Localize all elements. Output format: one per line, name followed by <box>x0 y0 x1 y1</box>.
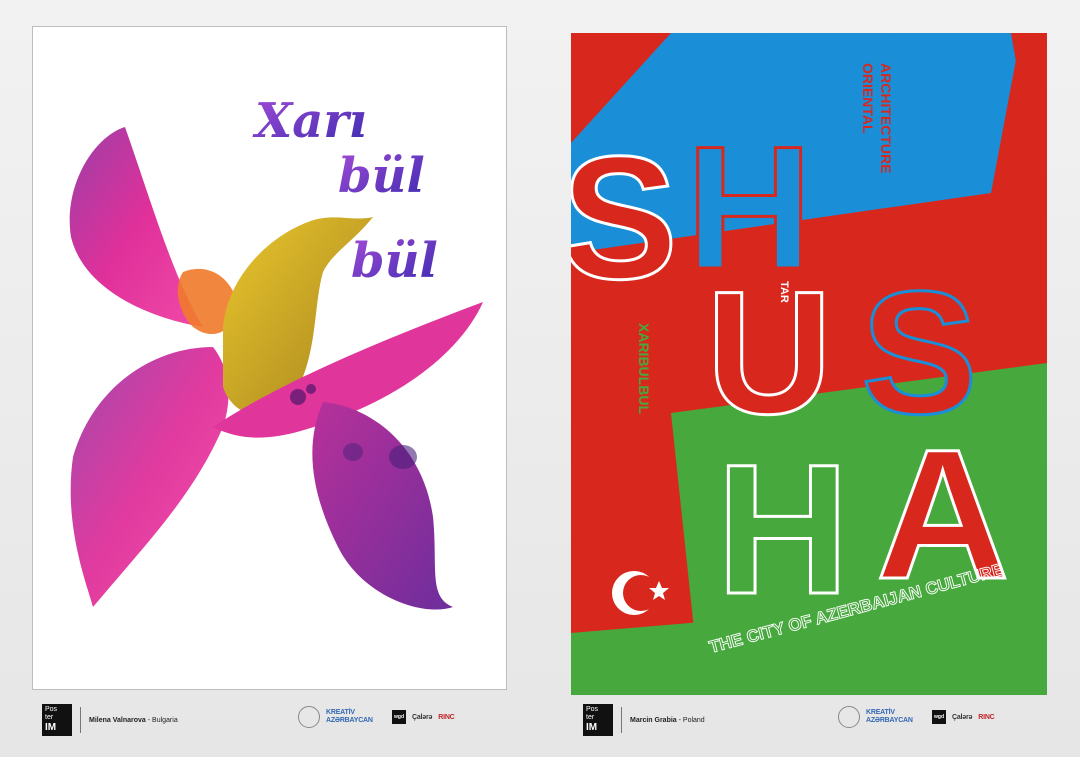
sponsor-wgd: wgd <box>932 710 946 724</box>
shusha-typographic-poster: S S H U S H A ORIENTAL ARCHITECTURE TAR … <box>571 33 1047 695</box>
footer-divider <box>80 707 81 733</box>
poster-xaribulbul[interactable]: Xarı bül bül <box>32 26 507 690</box>
artist-credit: Milena Valnarova - Bulgaria <box>89 716 178 724</box>
lower-right-petal <box>312 402 453 610</box>
xaribulbul-label: XARIBULBUL <box>636 323 652 414</box>
architecture-label: ARCHITECTURE <box>878 63 894 173</box>
exhibition-sheet: Xarı bül bül S S H U S H A ORIENTAL ARCH… <box>0 0 1080 757</box>
footer-divider <box>621 707 622 733</box>
wing-spot <box>290 389 306 405</box>
wing-spot <box>306 384 316 394</box>
artist-credit: Marcin Grabia - Poland <box>630 716 705 724</box>
tar-label: TAR <box>778 281 790 303</box>
lettering-line-1: Xarı <box>252 93 367 149</box>
right-sponsors: KREATİV AZƏRBAYCAN wgd Çalərə RINC <box>838 702 995 732</box>
sponsor-wgd: wgd <box>392 710 406 724</box>
posterim-logo: Pos ter IM <box>583 704 613 736</box>
left-footer: Pos ter IM Milena Valnarova - Bulgaria <box>42 700 178 740</box>
posterim-logo: Pos ter IM <box>42 704 72 736</box>
oriental-label: ORIENTAL <box>860 63 876 134</box>
left-sponsors: KREATİV AZƏRBAYCAN wgd Çalərə RINC <box>298 702 455 732</box>
letter-u: U <box>706 256 832 451</box>
sponsor-calere: Çalərə <box>412 713 433 721</box>
crescent-inner <box>623 575 659 611</box>
lettering-line-2: bül <box>338 148 425 204</box>
poster-shusha[interactable]: S S H U S H A ORIENTAL ARCHITECTURE TAR … <box>571 33 1047 695</box>
sponsor-rinc: RINC <box>438 713 455 721</box>
sponsor-calere: Çalərə <box>952 713 973 721</box>
sponsor-kreativ: KREATİV AZƏRBAYCAN <box>326 709 373 724</box>
emblem-icon <box>298 706 320 728</box>
lower-left-petal <box>70 347 229 607</box>
letter-s-1-outline: S <box>571 121 678 316</box>
letter-h-2: H <box>716 427 850 633</box>
sponsor-rinc: RINC <box>978 713 995 721</box>
lettering-line-3: bül <box>351 233 438 289</box>
emblem-icon <box>838 706 860 728</box>
xaribulbul-flower-illustration: Xarı bül bül <box>69 93 483 610</box>
right-footer: Pos ter IM Marcin Grabia - Poland <box>583 700 705 740</box>
sponsor-kreativ: KREATİV AZƏRBAYCAN <box>866 709 913 724</box>
